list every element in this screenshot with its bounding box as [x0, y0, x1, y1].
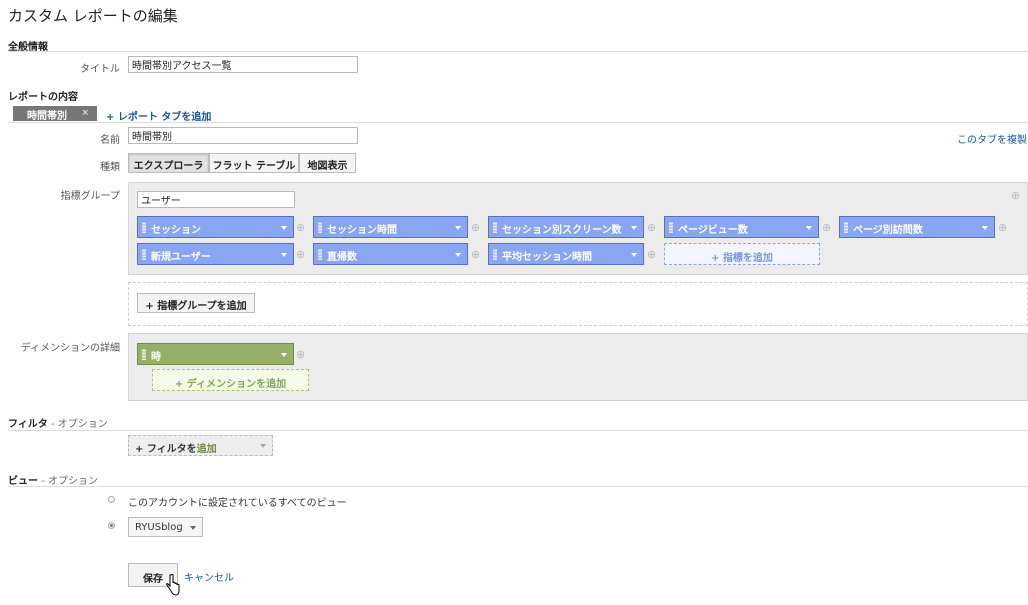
metric-chip[interactable]: セッション別スクリーン数: [488, 216, 644, 238]
type-map-button[interactable]: 地図表示: [299, 153, 356, 173]
metric-chip[interactable]: 直帰数: [313, 243, 468, 265]
remove-dimension-icon[interactable]: ⊕: [296, 348, 305, 361]
remove-metric-icon[interactable]: ⊕: [998, 221, 1007, 234]
view-heading: ビュー - オプション: [8, 476, 98, 487]
report-content-heading: レポートの内容: [8, 92, 78, 103]
all-views-radio[interactable]: [108, 496, 115, 503]
close-icon[interactable]: ×: [81, 108, 89, 118]
type-explorer-button[interactable]: エクスプローラ: [128, 153, 209, 173]
metric-group-label: 指標グループ: [60, 191, 120, 202]
dimension-chip[interactable]: 時: [137, 343, 294, 365]
add-metric-group-area: [128, 282, 1028, 326]
type-flat-table-button[interactable]: フラット テーブル: [209, 153, 299, 173]
report-tab[interactable]: 時間帯別 ×: [13, 106, 97, 122]
add-metric-group-button[interactable]: + 指標グループを追加: [137, 293, 255, 313]
divider: [8, 430, 1028, 431]
view-select[interactable]: RYUSblog: [128, 517, 203, 537]
metric-chip[interactable]: セッション: [137, 216, 294, 238]
remove-metric-icon[interactable]: ⊕: [647, 221, 656, 234]
copy-tab-link[interactable]: このタブを複製: [957, 131, 1027, 146]
metric-group-name-input[interactable]: [137, 191, 295, 208]
divider: [8, 122, 1028, 123]
add-metric-button[interactable]: + 指標を追加: [664, 243, 820, 265]
remove-metric-icon[interactable]: ⊕: [296, 221, 305, 234]
cancel-link[interactable]: キャンセル: [184, 569, 234, 584]
selected-view-radio[interactable]: [108, 522, 115, 529]
divider: [8, 486, 1028, 487]
remove-metric-icon[interactable]: ⊕: [296, 248, 305, 261]
remove-metric-icon[interactable]: ⊕: [647, 248, 656, 261]
name-label: 名前: [100, 135, 120, 146]
title-label: タイトル: [80, 64, 120, 75]
filter-heading: フィルタ - オプション: [8, 419, 108, 430]
add-report-tab-link[interactable]: + レポート タブを追加: [106, 108, 211, 123]
hand-cursor-icon: [166, 574, 180, 596]
remove-metric-icon[interactable]: ⊕: [471, 248, 480, 261]
tab-name-input[interactable]: [128, 127, 358, 144]
report-tab-label: 時間帯別: [27, 111, 67, 122]
add-dimension-button[interactable]: + ディメンションを追加: [152, 369, 309, 391]
metric-chip[interactable]: ページ別訪問数: [839, 216, 995, 238]
type-label: 種類: [100, 162, 120, 173]
page-title: カスタム レポートの編集: [8, 7, 178, 25]
all-views-label: このアカウントに設定されているすべてのビュー: [128, 498, 347, 509]
dimension-label: ディメンションの詳細: [20, 343, 120, 354]
metric-chip[interactable]: 新規ユーザー: [137, 243, 294, 265]
remove-metric-icon[interactable]: ⊕: [471, 221, 480, 234]
metric-chip[interactable]: ページビュー数: [664, 216, 819, 238]
title-input[interactable]: [128, 56, 358, 73]
remove-group-icon[interactable]: ⊕: [1011, 189, 1020, 202]
remove-metric-icon[interactable]: ⊕: [822, 221, 831, 234]
add-filter-select[interactable]: + フィルタを追加: [128, 435, 273, 456]
metric-chip[interactable]: セッション時間: [313, 216, 468, 238]
metric-chip[interactable]: 平均セッション時間: [488, 243, 644, 265]
divider: [8, 51, 1028, 52]
